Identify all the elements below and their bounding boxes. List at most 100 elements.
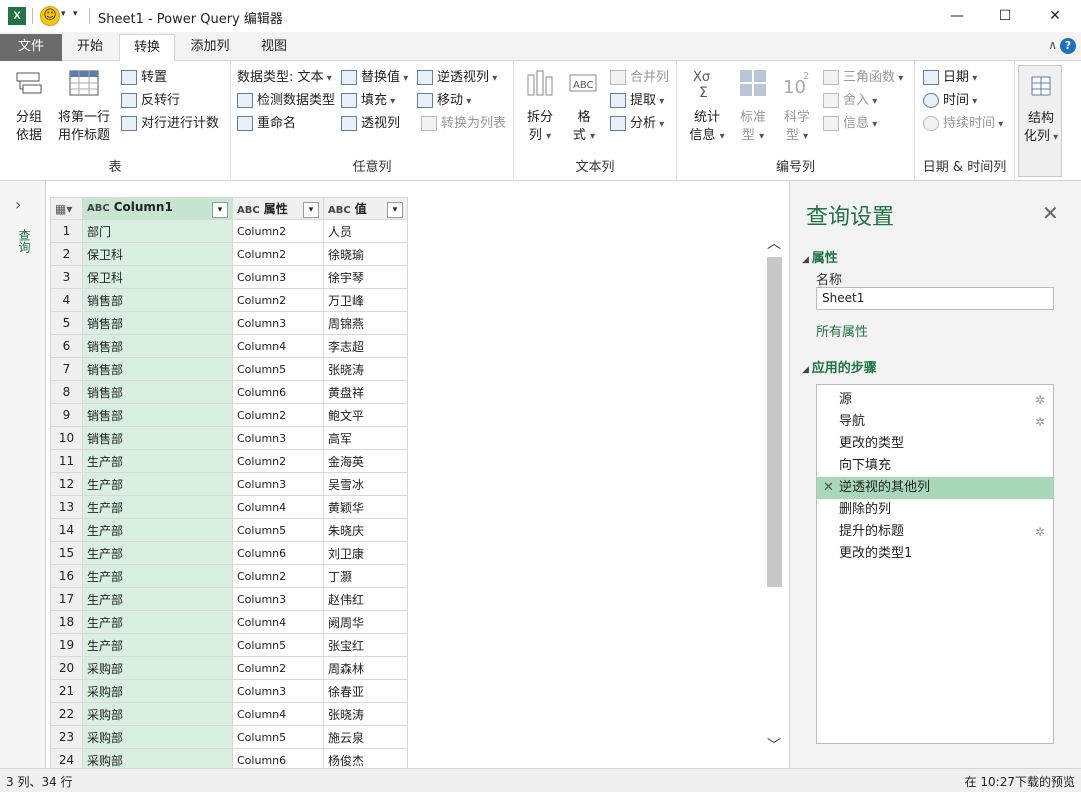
smiley-feedback-icon[interactable]: ☺ [40,6,60,26]
tab-file[interactable]: 文件 [0,34,62,61]
applied-step[interactable]: 更改的类型 [817,433,1053,455]
applied-steps-section-header[interactable]: 应用的步骤 [802,357,877,376]
reverse-rows-button[interactable]: 反转行 [121,90,180,111]
table-row[interactable]: 3 保卫科 Column3 徐宇琴 [50,265,408,289]
cell-attribute[interactable]: Column5 [232,725,324,749]
cell-column1[interactable]: 生产部 [82,518,233,542]
table-row[interactable]: 2 保卫科 Column2 徐晓瑜 [50,242,408,266]
row-number[interactable]: 6 [50,334,83,358]
column-header-value[interactable]: ABC 值 ▾ [323,197,408,220]
text-type-icon[interactable]: ABC [87,203,110,214]
row-number[interactable]: 13 [50,495,83,519]
row-number[interactable]: 4 [50,288,83,312]
cell-column1[interactable]: 销售部 [82,288,233,312]
use-first-row-header-button[interactable]: 将第一行 用作标题 [52,67,116,145]
applied-step[interactable]: 向下填充 [817,455,1053,477]
row-number[interactable]: 3 [50,265,83,289]
cell-value[interactable]: 阙周华 [323,610,408,634]
cell-value[interactable]: 金海英 [323,449,408,473]
table-row[interactable]: 13 生产部 Column4 黄颖华 [50,495,408,519]
tab-add-column[interactable]: 添加列 [176,34,244,61]
standard-button[interactable]: 标准 型 [733,67,773,146]
table-row[interactable]: 19 生产部 Column5 张宝红 [50,633,408,657]
cell-column1[interactable]: 生产部 [82,633,233,657]
cell-column1[interactable]: 部门 [82,219,233,243]
cell-value[interactable]: 李志超 [323,334,408,358]
table-row[interactable]: 23 采购部 Column5 施云泉 [50,725,408,749]
row-number[interactable]: 22 [50,702,83,726]
table-row[interactable]: 1 部门 Column2 人员 [50,219,408,243]
cell-value[interactable]: 周森林 [323,656,408,680]
cell-attribute[interactable]: Column6 [232,380,324,404]
collapse-ribbon-icon[interactable]: ∧ [1048,38,1057,52]
table-row[interactable]: 11 生产部 Column2 金海英 [50,449,408,473]
rounding-button[interactable]: 舍入 [823,90,877,111]
cell-value[interactable]: 徐春亚 [323,679,408,703]
trigonometry-button[interactable]: 三角函数 [823,67,903,88]
group-by-button[interactable]: 分组 依据 [8,67,50,145]
cell-attribute[interactable]: Column2 [232,656,324,680]
pivot-column-button[interactable]: 透视列 [341,113,400,134]
cell-value[interactable]: 高军 [323,426,408,450]
gear-icon[interactable]: ✲ [1035,389,1045,411]
date-button[interactable]: 日期 [923,67,977,88]
table-row[interactable]: 20 采购部 Column2 周森林 [50,656,408,680]
cell-attribute[interactable]: Column4 [232,610,324,634]
unpivot-columns-button[interactable]: 逆透视列 [417,67,497,88]
delete-step-icon[interactable]: ✕ [823,477,834,499]
cell-value[interactable]: 人员 [323,219,408,243]
cell-value[interactable]: 丁灏 [323,564,408,588]
tab-home[interactable]: 开始 [62,34,118,61]
cell-column1[interactable]: 生产部 [82,472,233,496]
applied-step[interactable]: 更改的类型1 [817,543,1053,565]
cell-attribute[interactable]: Column3 [232,472,324,496]
cell-column1[interactable]: 销售部 [82,426,233,450]
table-row[interactable]: 9 销售部 Column2 鲍文平 [50,403,408,427]
table-row[interactable]: 7 销售部 Column5 张晓涛 [50,357,408,381]
maximize-button[interactable]: ☐ [981,0,1029,32]
table-row[interactable]: 8 销售部 Column6 黄盘祥 [50,380,408,404]
cell-attribute[interactable]: Column4 [232,495,324,519]
cell-value[interactable]: 赵伟红 [323,587,408,611]
merge-columns-button[interactable]: 合并列 [610,67,669,88]
cell-column1[interactable]: 生产部 [82,610,233,634]
row-number[interactable]: 5 [50,311,83,335]
applied-step[interactable]: 提升的标题 ✲ [817,521,1053,543]
chevron-up-icon[interactable]: ︿ [767,233,781,253]
customize-toolbar-icon[interactable]: ▾ [73,9,78,19]
cell-attribute[interactable]: Column5 [232,357,324,381]
row-number[interactable]: 15 [50,541,83,565]
column-header-attribute[interactable]: ABC 属性 ▾ [232,197,324,220]
table-row[interactable]: 14 生产部 Column5 朱晓庆 [50,518,408,542]
vertical-scrollbar[interactable]: ︿ ﹀ [764,233,785,755]
row-number[interactable]: 14 [50,518,83,542]
cell-column1[interactable]: 销售部 [82,380,233,404]
split-column-button[interactable]: 拆分 列 [522,67,558,146]
applied-step[interactable]: 导航 ✲ [817,411,1053,433]
cell-column1[interactable]: 保卫科 [82,265,233,289]
cell-attribute[interactable]: Column3 [232,587,324,611]
table-row[interactable]: 16 生产部 Column2 丁灏 [50,564,408,588]
filter-dropdown-icon[interactable]: ▾ [212,201,228,218]
cell-column1[interactable]: 生产部 [82,449,233,473]
convert-to-list-button[interactable]: 转换为列表 [421,113,506,134]
row-number[interactable]: 19 [50,633,83,657]
parse-button[interactable]: 分析 [610,113,664,134]
chevron-right-icon[interactable]: › [15,195,21,214]
cell-value[interactable]: 周锦燕 [323,311,408,335]
row-number[interactable]: 9 [50,403,83,427]
cell-attribute[interactable]: Column5 [232,518,324,542]
cell-column1[interactable]: 保卫科 [82,242,233,266]
all-properties-link[interactable]: 所有属性 [816,321,868,340]
rename-button[interactable]: 重命名 [237,113,296,134]
table-row[interactable]: 22 采购部 Column4 张晓涛 [50,702,408,726]
table-row[interactable]: 15 生产部 Column6 刘卫康 [50,541,408,565]
tab-view[interactable]: 视图 [244,34,304,61]
cell-attribute[interactable]: Column2 [232,219,324,243]
transpose-button[interactable]: 转置 [121,67,167,88]
cell-column1[interactable]: 采购部 [82,702,233,726]
row-number[interactable]: 18 [50,610,83,634]
row-number[interactable]: 12 [50,472,83,496]
detect-data-type-button[interactable]: 检测数据类型 [237,90,335,111]
cell-column1[interactable]: 采购部 [82,725,233,749]
